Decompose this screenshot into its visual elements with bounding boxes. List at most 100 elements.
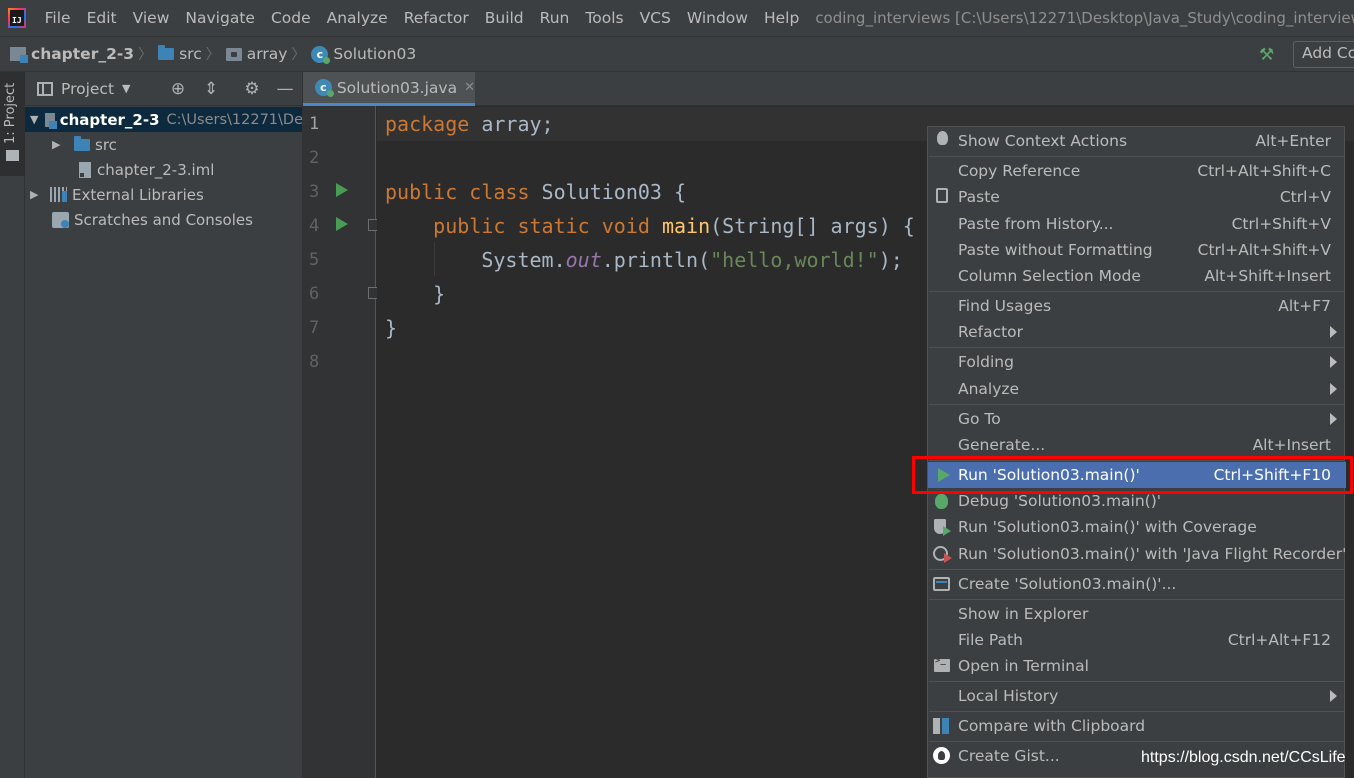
collapsed-arrow-icon[interactable]: ▶	[30, 188, 44, 201]
source-folder-icon	[158, 45, 175, 60]
menu-edit[interactable]: Edit	[79, 9, 125, 27]
code-line-7: }	[385, 316, 398, 340]
compare-icon	[933, 718, 949, 734]
line-number: 5	[309, 250, 320, 270]
menu-item-find-usages[interactable]: Find Usages Alt+F7	[928, 293, 1346, 319]
menu-help[interactable]: Help	[756, 9, 807, 27]
project-tool-tab[interactable]: 1: Project	[0, 72, 25, 176]
menu-item-refactor[interactable]: Refactor	[928, 319, 1346, 345]
tab-label: Solution03.java	[336, 78, 458, 97]
menu-item-run-with-flight-recorder[interactable]: Run 'Solution03.main()' with 'Java Fligh…	[928, 541, 1346, 567]
breadcrumb-label: src	[179, 45, 202, 63]
menu-item-label: File Path	[958, 631, 1023, 649]
line-number: 4	[309, 216, 320, 236]
watermark-text: https://blog.csdn.net/CCsLife	[1141, 749, 1346, 766]
menu-run[interactable]: Run	[532, 9, 578, 27]
menu-item-label: Paste without Formatting	[958, 241, 1153, 259]
breadcrumb-label: Solution03	[333, 45, 417, 63]
menu-item-column-selection-mode[interactable]: Column Selection Mode Alt+Shift+Insert	[928, 263, 1346, 289]
tab-solution03-java[interactable]: c Solution03.java ✕	[303, 72, 475, 106]
code-line-4: public static void main(String[] args) {	[433, 214, 915, 238]
module-icon	[44, 112, 57, 129]
menu-item-create-configuration[interactable]: Create 'Solution03.main()'...	[928, 571, 1346, 597]
menu-item-local-history[interactable]: Local History	[928, 683, 1346, 709]
menu-item-shortcut: Alt+Insert	[1252, 436, 1331, 454]
add-configuration-button[interactable]: Add Co	[1293, 41, 1354, 68]
menu-item-shortcut: Ctrl+Alt+Shift+V	[1197, 241, 1331, 259]
menu-vcs[interactable]: VCS	[632, 9, 679, 27]
menu-item-compare-with-clipboard[interactable]: Compare with Clipboard	[928, 713, 1346, 739]
close-icon[interactable]: ✕	[464, 80, 475, 95]
menu-item-file-path[interactable]: File Path Ctrl+Alt+F12	[928, 627, 1346, 653]
gear-icon[interactable]: ⚙	[242, 79, 262, 99]
menu-item-paste-without-formatting[interactable]: Paste without Formatting Ctrl+Alt+Shift+…	[928, 237, 1346, 263]
collapse-all-icon[interactable]: ⇕	[201, 79, 221, 99]
code-line-1: package array;	[385, 112, 554, 136]
editor-context-menu: Show Context Actions Alt+Enter Copy Refe…	[927, 126, 1346, 778]
minimize-icon[interactable]: —	[275, 79, 295, 99]
menu-item-shortcut: Ctrl+Alt+Shift+C	[1197, 162, 1331, 180]
menu-item-go-to[interactable]: Go To	[928, 406, 1346, 432]
menu-item-label: Open in Terminal	[958, 657, 1089, 675]
tree-item-module[interactable]: ▼ chapter_2-3 C:\Users\12271\De	[25, 107, 303, 132]
chevron-right-icon: 〉	[291, 47, 306, 63]
menu-item-label: Paste from History...	[958, 215, 1114, 233]
breadcrumb-src[interactable]: src 〉	[158, 44, 220, 64]
project-view-selector[interactable]: Project	[61, 80, 114, 98]
menu-item-folding[interactable]: Folding	[928, 349, 1346, 375]
menu-item-paste[interactable]: Paste Ctrl+V	[928, 184, 1346, 210]
menu-item-show-in-explorer[interactable]: Show in Explorer	[928, 601, 1346, 627]
tree-item-iml[interactable]: chapter_2-3.iml	[25, 157, 302, 182]
collapsed-arrow-icon[interactable]: ▶	[52, 138, 66, 151]
run-gutter-icon[interactable]	[336, 217, 348, 231]
menu-item-paste-from-history[interactable]: Paste from History... Ctrl+Shift+V	[928, 211, 1346, 237]
module-icon	[10, 47, 28, 63]
menu-item-open-in-terminal[interactable]: Open in Terminal	[928, 653, 1346, 679]
source-folder-icon	[74, 135, 90, 151]
profiler-clock-icon	[933, 546, 952, 563]
breadcrumb-package[interactable]: array 〉	[225, 44, 306, 64]
menu-item-analyze[interactable]: Analyze	[928, 376, 1346, 402]
submenu-arrow-icon	[1330, 413, 1337, 425]
menu-item-generate[interactable]: Generate... Alt+Insert	[928, 432, 1346, 458]
tree-item-src[interactable]: ▶ src	[25, 132, 302, 157]
menu-analyze[interactable]: Analyze	[319, 9, 396, 27]
tree-item-path: C:\Users\12271\De	[166, 111, 303, 128]
menu-separator	[929, 569, 1345, 570]
project-panel-header: Project ▼ ⊕ ⇕ ⚙ —	[25, 72, 302, 106]
menu-view[interactable]: View	[125, 9, 178, 27]
expanded-arrow-icon[interactable]: ▼	[30, 113, 39, 126]
menu-item-label: Copy Reference	[958, 162, 1081, 180]
breadcrumb-class[interactable]: c Solution03	[311, 45, 417, 64]
menu-code[interactable]: Code	[263, 9, 319, 27]
tree-item-external-libraries[interactable]: ▶ External Libraries	[25, 182, 302, 207]
build-hammer-icon[interactable]: ⚒	[1259, 45, 1277, 65]
line-number: 3	[309, 182, 320, 202]
line-number: 1	[309, 114, 320, 134]
run-gutter-icon[interactable]	[336, 183, 348, 197]
iml-file-icon	[79, 161, 91, 178]
menu-file[interactable]: File	[37, 9, 79, 27]
menu-item-copy-reference[interactable]: Copy Reference Ctrl+Alt+Shift+C	[928, 158, 1346, 184]
tree-item-scratches[interactable]: Scratches and Consoles	[25, 207, 302, 232]
menu-window[interactable]: Window	[679, 9, 756, 27]
tree-item-label: Scratches and Consoles	[74, 210, 253, 229]
menu-item-label: Run 'Solution03.main()' with Coverage	[958, 518, 1257, 536]
tree-item-label: chapter_2-3.iml	[97, 160, 215, 179]
submenu-arrow-icon	[1330, 383, 1337, 395]
menu-build[interactable]: Build	[477, 9, 532, 27]
menu-navigate[interactable]: Navigate	[177, 9, 263, 27]
locate-target-icon[interactable]: ⊕	[168, 79, 188, 99]
java-class-icon: c	[315, 79, 334, 97]
lightbulb-icon	[937, 131, 948, 145]
caret-down-icon[interactable]: ▼	[122, 82, 130, 95]
breadcrumb-label: array	[246, 45, 288, 63]
coverage-shield-icon	[934, 519, 951, 536]
menu-item-show-context-actions[interactable]: Show Context Actions Alt+Enter	[928, 128, 1346, 154]
breadcrumb-module[interactable]: chapter_2-3 〉	[10, 44, 152, 64]
menu-tools[interactable]: Tools	[577, 9, 631, 27]
menu-item-run-with-coverage[interactable]: Run 'Solution03.main()' with Coverage	[928, 514, 1346, 540]
menu-item-shortcut: Alt+Shift+Insert	[1204, 267, 1331, 285]
menu-refactor[interactable]: Refactor	[396, 9, 477, 27]
intellij-logo-icon: IJ	[8, 8, 26, 28]
